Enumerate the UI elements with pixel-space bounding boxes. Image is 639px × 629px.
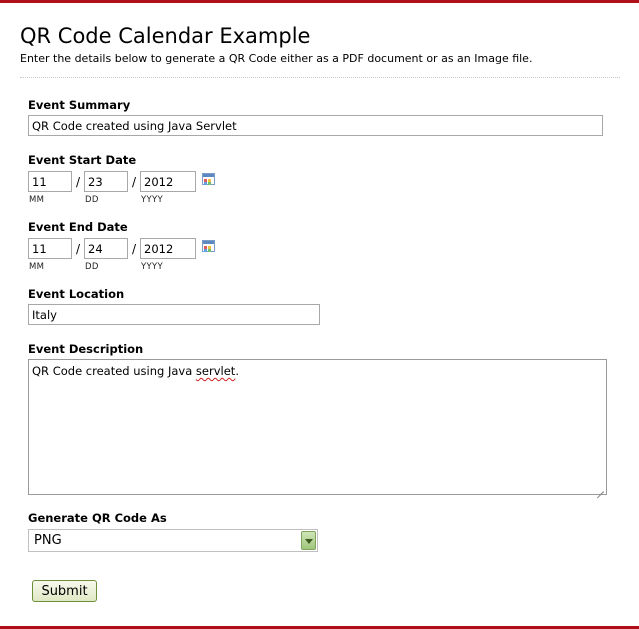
description-label: Event Description — [28, 342, 144, 356]
summary-label: Event Summary — [28, 98, 131, 112]
start-day-input[interactable] — [84, 171, 128, 192]
year-hint: YYYY — [141, 262, 163, 272]
end-day-input[interactable] — [84, 238, 128, 259]
format-selected-value: PNG — [34, 533, 62, 548]
format-label: Generate QR Code As — [28, 511, 167, 525]
format-select[interactable]: PNG — [28, 529, 318, 552]
description-text: QR Code created using Java — [32, 364, 196, 378]
chevron-down-icon[interactable] — [301, 531, 316, 550]
end-date-label: Event End Date — [28, 220, 128, 234]
description-misspelled-word: servlet — [195, 364, 236, 378]
top-accent-bar — [0, 0, 639, 3]
date-separator: / — [132, 175, 137, 189]
year-hint: YYYY — [141, 195, 163, 205]
summary-input[interactable] — [28, 115, 603, 136]
start-date-label: Event Start Date — [28, 153, 137, 167]
day-hint: DD — [85, 195, 99, 205]
location-label: Event Location — [28, 287, 125, 301]
page-subtitle: Enter the details below to generate a QR… — [20, 52, 533, 65]
start-calendar-icon[interactable] — [202, 173, 215, 185]
date-separator: / — [76, 175, 81, 189]
month-hint: MM — [29, 195, 45, 205]
date-separator: / — [76, 242, 81, 256]
description-text-end: . — [235, 364, 239, 378]
date-separator: / — [132, 242, 137, 256]
location-input[interactable] — [28, 304, 320, 325]
page-title: QR Code Calendar Example — [20, 24, 311, 48]
submit-button[interactable]: Submit — [32, 580, 97, 602]
month-hint: MM — [29, 262, 45, 272]
day-hint: DD — [85, 262, 99, 272]
header-divider — [20, 77, 620, 78]
description-textarea[interactable]: QR Code created using Java servlet. — [28, 359, 607, 499]
end-calendar-icon[interactable] — [202, 240, 215, 252]
resize-grip-icon[interactable] — [596, 485, 604, 499]
start-year-input[interactable] — [140, 171, 196, 192]
end-year-input[interactable] — [140, 238, 196, 259]
end-month-input[interactable] — [28, 238, 72, 259]
start-month-input[interactable] — [28, 171, 72, 192]
